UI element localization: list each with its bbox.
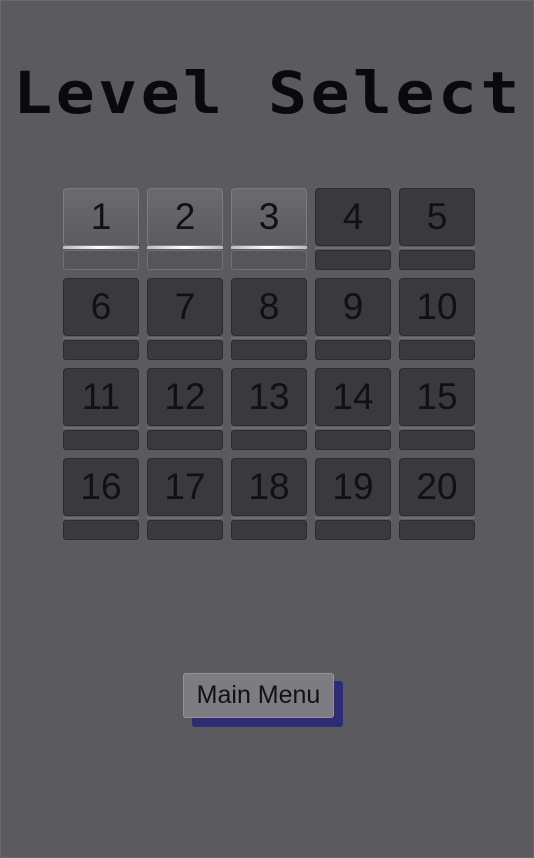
level-number-label: 12 (147, 368, 223, 426)
level-17-button[interactable]: 17 (147, 458, 223, 540)
locked-indicator-line (399, 517, 475, 519)
level-12-button[interactable]: 12 (147, 368, 223, 450)
level-tile-base (315, 520, 391, 540)
level-number-label: 15 (399, 368, 475, 426)
level-2-button[interactable]: 2 (147, 188, 223, 270)
level-tile-base (63, 250, 139, 270)
level-tile-base (231, 520, 307, 540)
level-tile-base (63, 340, 139, 360)
level-tile-base (315, 250, 391, 270)
locked-indicator-line (147, 337, 223, 339)
level-tile-base (399, 340, 475, 360)
level-number-label: 17 (147, 458, 223, 516)
level-number-label: 14 (315, 368, 391, 426)
locked-indicator-line (63, 337, 139, 339)
unlocked-indicator-line (147, 246, 223, 249)
level-number-label: 11 (63, 368, 139, 426)
level-number-label: 6 (63, 278, 139, 336)
level-tile-base (399, 520, 475, 540)
level-number-label: 8 (231, 278, 307, 336)
level-14-button[interactable]: 14 (315, 368, 391, 450)
level-tile-base (231, 430, 307, 450)
level-grid: 1 2 3 4 5 6 7 8 9 10 11 12 13 14 15 16 17 18 19 20 (63, 188, 476, 540)
level-5-button[interactable]: 5 (399, 188, 475, 270)
level-3-button[interactable]: 3 (231, 188, 307, 270)
unlocked-indicator-line (231, 246, 307, 249)
level-tile-base (63, 520, 139, 540)
locked-indicator-line (399, 337, 475, 339)
level-select-screen: Level Select 1 2 3 4 5 6 7 8 9 10 11 12 13 14 15 16 17 18… (0, 0, 534, 858)
locked-indicator-line (147, 427, 223, 429)
level-number-label: 18 (231, 458, 307, 516)
level-tile-base (315, 430, 391, 450)
locked-indicator-line (315, 337, 391, 339)
level-number-label: 9 (315, 278, 391, 336)
locked-indicator-line (231, 337, 307, 339)
locked-indicator-line (231, 517, 307, 519)
level-8-button[interactable]: 8 (231, 278, 307, 360)
unlocked-indicator-line (63, 246, 139, 249)
level-number-label: 5 (399, 188, 475, 246)
level-16-button[interactable]: 16 (63, 458, 139, 540)
locked-indicator-line (399, 247, 475, 249)
level-19-button[interactable]: 19 (315, 458, 391, 540)
locked-indicator-line (315, 517, 391, 519)
level-number-label: 1 (63, 188, 139, 246)
level-number-label: 3 (231, 188, 307, 246)
locked-indicator-line (315, 247, 391, 249)
main-menu-button[interactable]: Main Menu (183, 673, 334, 718)
level-13-button[interactable]: 13 (231, 368, 307, 450)
main-menu-button-wrapper: Main Menu (183, 673, 343, 729)
level-number-label: 16 (63, 458, 139, 516)
level-10-button[interactable]: 10 (399, 278, 475, 360)
level-tile-base (147, 430, 223, 450)
locked-indicator-line (315, 427, 391, 429)
locked-indicator-line (399, 427, 475, 429)
level-number-label: 2 (147, 188, 223, 246)
level-tile-base (399, 430, 475, 450)
level-15-button[interactable]: 15 (399, 368, 475, 450)
level-11-button[interactable]: 11 (63, 368, 139, 450)
level-number-label: 10 (399, 278, 475, 336)
level-tile-base (63, 430, 139, 450)
level-tile-base (147, 250, 223, 270)
level-number-label: 20 (399, 458, 475, 516)
locked-indicator-line (147, 517, 223, 519)
level-7-button[interactable]: 7 (147, 278, 223, 360)
page-title: Level Select (13, 59, 523, 127)
level-20-button[interactable]: 20 (399, 458, 475, 540)
level-18-button[interactable]: 18 (231, 458, 307, 540)
level-tile-base (147, 340, 223, 360)
level-4-button[interactable]: 4 (315, 188, 391, 270)
locked-indicator-line (231, 427, 307, 429)
level-tile-base (231, 340, 307, 360)
level-number-label: 19 (315, 458, 391, 516)
level-tile-base (315, 340, 391, 360)
level-tile-base (147, 520, 223, 540)
level-number-label: 13 (231, 368, 307, 426)
level-tile-base (231, 250, 307, 270)
level-tile-base (399, 250, 475, 270)
locked-indicator-line (63, 427, 139, 429)
level-number-label: 4 (315, 188, 391, 246)
level-6-button[interactable]: 6 (63, 278, 139, 360)
level-number-label: 7 (147, 278, 223, 336)
locked-indicator-line (63, 517, 139, 519)
level-1-button[interactable]: 1 (63, 188, 139, 270)
level-9-button[interactable]: 9 (315, 278, 391, 360)
